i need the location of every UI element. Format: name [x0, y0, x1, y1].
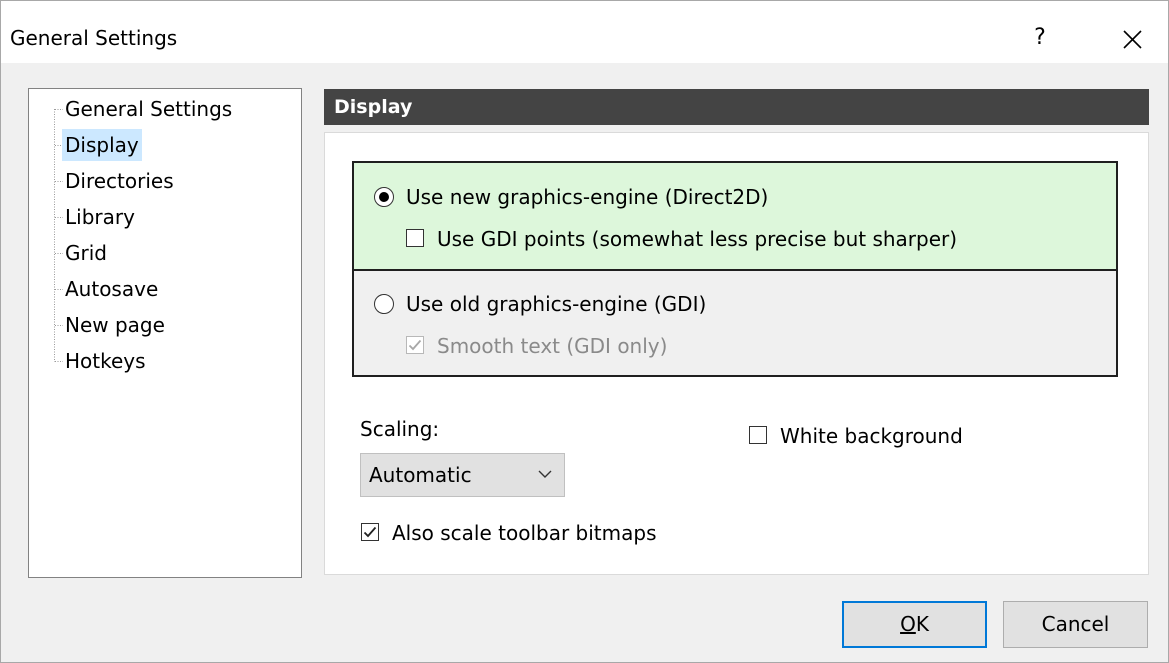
checkbox-smooth-text-label: Smooth text (GDI only) [437, 334, 668, 358]
radio-button [374, 187, 394, 207]
checkbox-white-background[interactable]: White background [749, 422, 1009, 450]
radio-direct2d-label: Use new graphics-engine (Direct2D) [406, 185, 769, 209]
window-title: General Settings [10, 26, 178, 50]
close-button[interactable] [1115, 23, 1149, 57]
ok-label-rest: K [915, 612, 929, 636]
radio-gdi[interactable]: Use old graphics-engine (GDI) [374, 290, 794, 318]
general-settings-dialog: General Settings ? General Settings Disp… [0, 0, 1169, 663]
checkbox-box [361, 523, 379, 541]
scaling-label: Scaling: [360, 417, 440, 441]
tree-item-grid[interactable]: Grid [62, 237, 110, 269]
tree-item-directories[interactable]: Directories [62, 165, 177, 197]
checkbox-white-background-label: White background [780, 424, 963, 448]
tree-item-library[interactable]: Library [62, 201, 138, 233]
tree-item-autosave[interactable]: Autosave [62, 273, 161, 305]
ok-mnemonic: O [900, 612, 916, 636]
close-icon [1123, 30, 1142, 49]
scaling-dropdown[interactable]: Automatic [360, 453, 565, 497]
tree-item-new-page[interactable]: New page [62, 309, 168, 341]
tree-item-display[interactable]: Display [62, 129, 142, 161]
title-bar: General Settings ? [1, 1, 1168, 63]
tree-item-hotkeys[interactable]: Hotkeys [62, 345, 149, 377]
radio-button [374, 294, 394, 314]
checkmark-icon [408, 339, 422, 351]
checkmark-icon [363, 526, 377, 538]
ok-button[interactable]: OK [842, 601, 987, 648]
checkbox-box [749, 426, 767, 444]
checkbox-scale-toolbar-label: Also scale toolbar bitmaps [392, 521, 657, 545]
checkbox-gdi-points-label: Use GDI points (somewhat less precise bu… [437, 227, 958, 251]
radio-gdi-label: Use old graphics-engine (GDI) [406, 292, 707, 316]
help-button[interactable]: ? [1025, 23, 1055, 53]
tree-item-general-settings[interactable]: General Settings [62, 93, 235, 125]
radio-selected-dot [378, 191, 389, 202]
checkbox-gdi-points[interactable]: Use GDI points (somewhat less precise bu… [406, 225, 1006, 253]
section-header: Display [324, 89, 1149, 125]
settings-tree[interactable]: General Settings Display Directories Lib… [28, 88, 302, 578]
checkbox-scale-toolbar[interactable]: Also scale toolbar bitmaps [361, 519, 691, 547]
gdi-group [352, 269, 1118, 377]
cancel-button[interactable]: Cancel [1003, 601, 1148, 648]
direct2d-group [352, 161, 1118, 271]
radio-direct2d[interactable]: Use new graphics-engine (Direct2D) [374, 183, 834, 211]
checkbox-box [406, 336, 424, 354]
checkbox-box [406, 229, 424, 247]
chevron-down-icon [538, 470, 552, 478]
scaling-value: Automatic [369, 463, 472, 487]
checkbox-smooth-text[interactable]: Smooth text (GDI only) [406, 332, 726, 360]
